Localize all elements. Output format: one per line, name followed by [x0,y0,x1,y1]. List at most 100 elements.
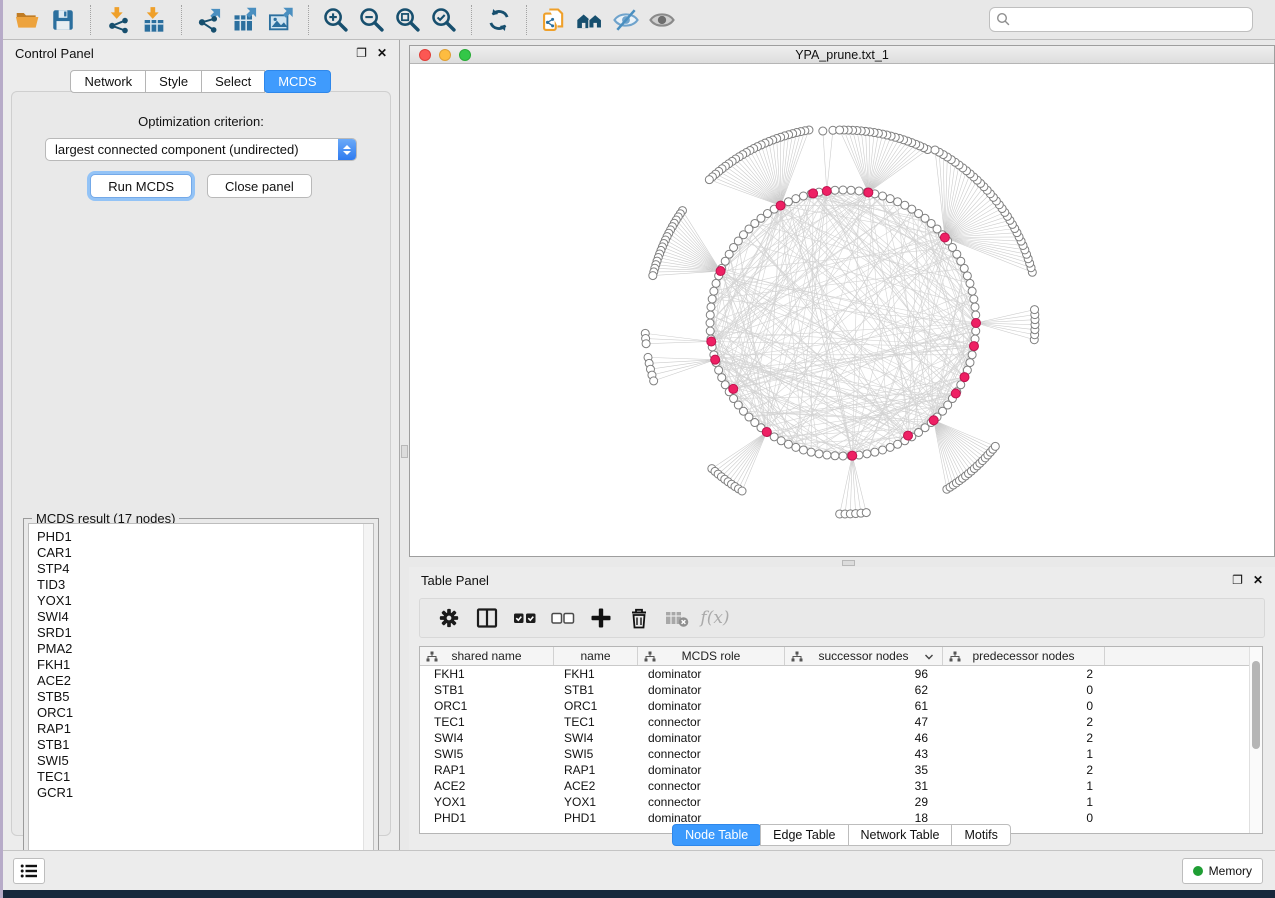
select-all-icon[interactable] [506,602,544,634]
column-header-name[interactable]: name [554,647,638,665]
float-table-panel-icon[interactable]: ❐ [1232,574,1243,586]
mcds-result-item[interactable]: CAR1 [37,545,373,561]
cell-MCDS-role: dominator [638,666,785,682]
node-table: shared namenameMCDS rolesuccessor nodesp… [419,646,1263,834]
refresh-icon[interactable] [481,3,517,37]
first-neighbors-houses-icon[interactable] [572,3,608,37]
tab-edge-table[interactable]: Edge Table [760,824,848,846]
tab-motifs[interactable]: Motifs [951,824,1010,846]
tab-network[interactable]: Network [70,70,146,93]
table-scrollbar-thumb[interactable] [1252,661,1260,749]
mcds-result-item[interactable]: TEC1 [37,769,373,785]
column-header-predecessor-nodes[interactable]: predecessor nodes [943,647,1105,665]
cell-predecessor-nodes: 1 [943,778,1105,794]
zoom-in-icon[interactable] [318,3,354,37]
table-row[interactable]: STB1STB1dominator620 [420,682,1262,698]
import-table-icon[interactable] [136,3,172,37]
close-window-icon[interactable] [419,49,431,61]
mcds-result-item[interactable]: ORC1 [37,705,373,721]
maximize-window-icon[interactable] [459,49,471,61]
dropdown-stepper-icon [338,139,356,160]
vertical-splitter[interactable] [400,40,409,850]
cell-shared-name: ACE2 [420,778,554,794]
mcds-result-list[interactable]: PHD1CAR1STP4TID3YOX1SWI4SRD1PMA2FKH1ACE2… [28,523,374,885]
mcds-result-item[interactable]: YOX1 [37,593,373,609]
settings-gear-icon[interactable] [430,602,468,634]
tab-mcds[interactable]: MCDS [264,70,330,93]
mcds-result-item[interactable]: FKH1 [37,657,373,673]
open-file-icon[interactable] [9,3,45,37]
zoom-out-icon[interactable] [354,3,390,37]
right-pane: YPA_prune.txt_1 Table Panel ❐ ✕ [400,40,1275,850]
table-row[interactable]: YOX1YOX1connector291 [420,794,1262,810]
toolbar-separator [90,5,91,35]
table-row[interactable]: ORC1ORC1dominator610 [420,698,1262,714]
column-header-successor-nodes[interactable]: successor nodes [785,647,943,665]
show-columns-icon[interactable] [468,602,506,634]
show-all-eye-icon[interactable] [644,3,680,37]
mcds-result-item[interactable]: STB1 [37,737,373,753]
table-panel-title: Table Panel [421,573,489,588]
minimize-window-icon[interactable] [439,49,451,61]
hide-selected-eye-slash-icon[interactable] [608,3,644,37]
mcds-result-item[interactable]: STP4 [37,561,373,577]
delete-column-trash-icon[interactable] [620,602,658,634]
cell-name: ORC1 [554,698,638,714]
column-header-shared-name[interactable]: shared name [420,647,554,665]
run-mcds-button[interactable]: Run MCDS [90,174,192,198]
mcds-result-item[interactable]: PMA2 [37,641,373,657]
mcds-list-scrollbar[interactable] [363,524,373,884]
copy-network-share-icon[interactable] [536,3,572,37]
network-canvas[interactable] [410,64,1274,556]
column-header-MCDS-role[interactable]: MCDS role [638,647,785,665]
cell-successor-nodes: 29 [785,794,943,810]
tab-network-table[interactable]: Network Table [848,824,953,846]
float-panel-icon[interactable]: ❐ [356,47,367,59]
save-session-icon[interactable] [45,3,81,37]
close-panel-icon[interactable]: ✕ [377,47,387,59]
table-scrollbar[interactable] [1249,647,1262,833]
cell-MCDS-role: dominator [638,730,785,746]
mcds-result-item[interactable]: SWI4 [37,609,373,625]
mcds-result-item[interactable]: SWI5 [37,753,373,769]
mcds-result-item[interactable]: STB5 [37,689,373,705]
import-network-icon[interactable] [100,3,136,37]
mcds-result-item[interactable]: TID3 [37,577,373,593]
add-column-icon[interactable] [582,602,620,634]
zoom-selected-icon[interactable] [426,3,462,37]
mcds-result-item[interactable]: ACE2 [37,673,373,689]
mcds-result-item[interactable]: SRD1 [37,625,373,641]
optimization-dropdown[interactable]: largest connected component (undirected) [45,138,357,161]
export-table-icon[interactable] [227,3,263,37]
table-row[interactable]: SWI4SWI4dominator462 [420,730,1262,746]
horizontal-splitter-handle[interactable] [842,560,855,566]
mcds-result-item[interactable]: GCR1 [37,785,373,801]
export-image-icon[interactable] [263,3,299,37]
mcds-result-item[interactable]: PHD1 [37,529,373,545]
table-row[interactable]: TEC1TEC1connector472 [420,714,1262,730]
table-row[interactable]: RAP1RAP1dominator352 [420,762,1262,778]
memory-button[interactable]: Memory [1182,858,1263,884]
tab-node-table[interactable]: Node Table [672,824,761,846]
close-table-panel-icon[interactable]: ✕ [1253,574,1263,586]
cell-shared-name: RAP1 [420,762,554,778]
table-row[interactable]: FKH1FKH1dominator962 [420,666,1262,682]
table-row[interactable]: ACE2ACE2connector311 [420,778,1262,794]
tab-select[interactable]: Select [201,70,265,93]
deselect-all-icon[interactable] [544,602,582,634]
export-network-icon[interactable] [191,3,227,37]
table-row[interactable]: SWI5SWI5connector431 [420,746,1262,762]
cell-predecessor-nodes: 1 [943,746,1105,762]
network-window-titlebar[interactable]: YPA_prune.txt_1 [410,46,1274,64]
horizontal-splitter[interactable] [409,559,1275,567]
close-panel-button[interactable]: Close panel [207,174,312,198]
cell-predecessor-nodes: 0 [943,698,1105,714]
mcds-result-item[interactable]: RAP1 [37,721,373,737]
zoom-fit-icon[interactable] [390,3,426,37]
task-history-button[interactable] [13,858,45,884]
network-graph[interactable] [410,64,1274,556]
cell-successor-nodes: 43 [785,746,943,762]
vertical-splitter-handle[interactable] [401,445,408,458]
tab-style[interactable]: Style [145,70,202,93]
search-input[interactable] [989,7,1253,32]
